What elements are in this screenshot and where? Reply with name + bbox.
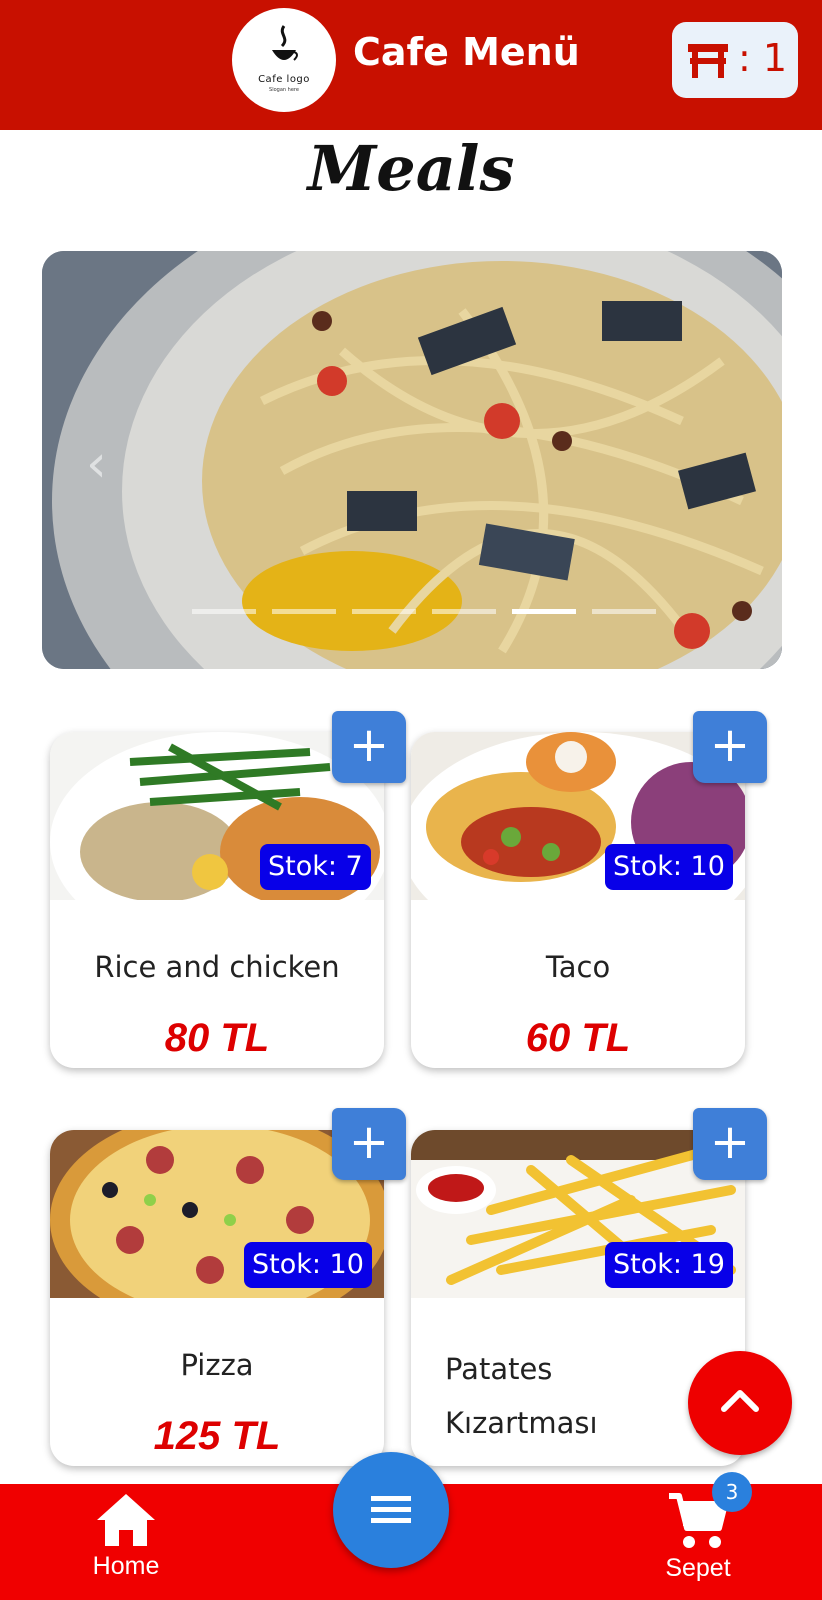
featured-carousel[interactable]: ‹ (42, 251, 782, 669)
scroll-to-top-button[interactable] (688, 1351, 792, 1455)
product-card[interactable]: Stok: 10 Pizza 125 TL (50, 1130, 384, 1466)
carousel-dot-active[interactable] (512, 609, 576, 614)
coffee-cup-icon (272, 25, 298, 61)
product-card[interactable]: Stok: 7 Rice and chicken 80 TL (50, 732, 384, 1068)
menu-icon (371, 1496, 411, 1523)
carousel-prev-icon[interactable]: ‹ (86, 434, 107, 494)
stock-badge: Stok: 19 (605, 1242, 733, 1288)
product-price: 80 TL (164, 1016, 270, 1060)
app-title: Cafe Menü (353, 30, 580, 74)
carousel-indicators (192, 609, 672, 615)
nav-cart-label: Sepet (665, 1554, 731, 1582)
carousel-dot[interactable] (592, 609, 656, 614)
home-icon (97, 1494, 155, 1546)
carousel-dot[interactable] (272, 609, 336, 614)
product-name: Rice and chicken (94, 950, 340, 984)
cart-count-badge: 3 (712, 1472, 752, 1512)
nav-home[interactable]: Home (80, 1492, 172, 1592)
product-card[interactable]: Stok: 10 Taco 60 TL (411, 732, 745, 1068)
add-to-cart-button[interactable]: + (693, 1108, 767, 1180)
product-name-line: Kızartması (445, 1406, 598, 1440)
product-name: Patates Kızartması (445, 1342, 725, 1450)
add-to-cart-button[interactable]: + (332, 711, 406, 783)
app-header: Cafe logo Slogan here Cafe Menü : 1 (0, 0, 822, 130)
add-to-cart-button[interactable]: + (693, 711, 767, 783)
pasta-image (42, 251, 782, 669)
cafe-logo[interactable]: Cafe logo Slogan here (232, 8, 336, 112)
logo-slogan: Slogan here (269, 87, 299, 93)
stock-badge: Stok: 10 (244, 1242, 372, 1288)
add-to-cart-button[interactable]: + (332, 1108, 406, 1180)
chevron-up-icon (721, 1390, 759, 1412)
product-name-line: Patates (445, 1352, 553, 1386)
plus-icon: + (709, 717, 751, 773)
plus-icon: + (348, 1114, 390, 1170)
stock-badge: Stok: 10 (605, 844, 733, 890)
carousel-dot[interactable] (192, 609, 256, 614)
table-number: : 1 (738, 36, 788, 80)
table-number-badge[interactable]: : 1 (672, 22, 798, 98)
nav-cart[interactable]: Sepet 3 (652, 1472, 752, 1592)
product-name: Taco (545, 950, 611, 984)
table-icon (688, 44, 728, 78)
stock-badge: Stok: 7 (260, 844, 371, 890)
plus-icon: + (348, 717, 390, 773)
plus-icon: + (709, 1114, 751, 1170)
nav-home-label: Home (92, 1552, 160, 1580)
product-price: 125 TL (153, 1414, 281, 1458)
logo-text: Cafe logo (258, 74, 310, 85)
carousel-dot[interactable] (432, 609, 496, 614)
menu-button[interactable] (333, 1452, 449, 1568)
section-title: Meals (307, 132, 515, 205)
product-price: 60 TL (525, 1016, 631, 1060)
product-name: Pizza (180, 1348, 254, 1382)
carousel-dot[interactable] (352, 609, 416, 614)
